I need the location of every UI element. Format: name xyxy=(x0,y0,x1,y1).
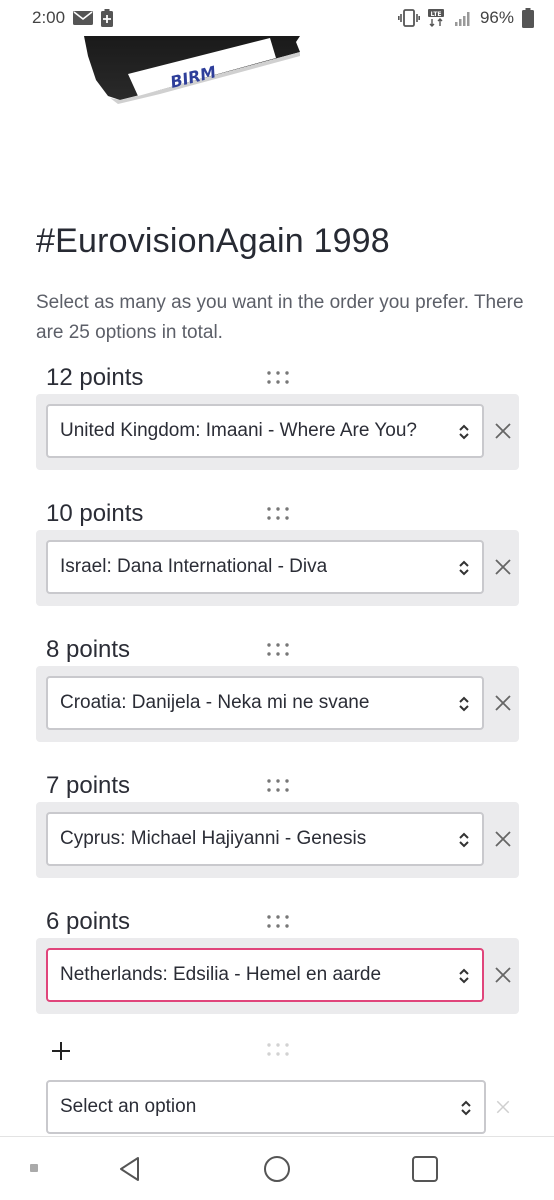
close-icon[interactable] xyxy=(492,964,514,986)
close-icon[interactable] xyxy=(492,692,514,714)
chevron-updown-icon xyxy=(459,424,469,440)
page-title: #EurovisionAgain 1998 xyxy=(36,222,390,260)
rank-card: Netherlands: Edsilia - Hemel en aarde xyxy=(36,938,519,1014)
chevron-updown-icon xyxy=(459,696,469,712)
close-icon[interactable] xyxy=(492,828,514,850)
rank-select-value: Netherlands: Edsilia - Hemel en aarde xyxy=(60,964,382,985)
rank-label: 8 points xyxy=(46,636,131,663)
rank-select[interactable]: Israel: Dana International - Diva xyxy=(46,540,484,594)
drag-handle-icon[interactable] xyxy=(266,506,290,522)
drag-handle-icon[interactable] xyxy=(266,778,290,794)
rank-select[interactable]: Cyprus: Michael Hajiyanni - Genesis xyxy=(46,812,484,866)
rank-select-value: Cyprus: Michael Hajiyanni - Genesis xyxy=(60,828,367,849)
status-time: 2:00 xyxy=(32,8,66,27)
chevron-updown-icon xyxy=(461,1100,471,1116)
rank-select[interactable]: Netherlands: Edsilia - Hemel en aarde xyxy=(46,948,484,1002)
close-icon xyxy=(496,1100,510,1114)
drag-handle-icon[interactable] xyxy=(266,914,290,930)
rank-select-value: Croatia: Danijela - Neka mi ne svane xyxy=(60,692,370,713)
plus-icon[interactable] xyxy=(46,1036,76,1066)
chevron-updown-icon xyxy=(459,832,469,848)
rank-select-value: United Kingdom: Imaani - Where Are You? xyxy=(60,420,417,441)
home-icon[interactable] xyxy=(263,1155,291,1183)
rank-select[interactable]: United Kingdom: Imaani - Where Are You? xyxy=(46,404,484,458)
status-bar: 2:00 LTE 96% xyxy=(0,0,554,36)
rank-card: Croatia: Danijela - Neka mi ne svane xyxy=(36,666,519,742)
rank-label: 12 points xyxy=(46,364,144,391)
lte-icon: LTE xyxy=(427,9,446,27)
new-option-placeholder: Select an option xyxy=(60,1096,197,1117)
drag-handle-icon[interactable] xyxy=(266,370,290,386)
rank-label: 6 points xyxy=(46,908,131,935)
rank-card: Cyprus: Michael Hajiyanni - Genesis xyxy=(36,802,519,878)
close-icon[interactable] xyxy=(492,556,514,578)
back-icon[interactable] xyxy=(116,1155,144,1183)
chevron-updown-icon xyxy=(459,560,469,576)
battery-saver-icon xyxy=(101,9,114,27)
rank-select-value: Israel: Dana International - Diva xyxy=(60,556,328,577)
new-option-select[interactable]: Select an option xyxy=(46,1080,486,1134)
rank-label: 10 points xyxy=(46,500,144,527)
close-icon[interactable] xyxy=(492,420,514,442)
cassette-image: BIRM xyxy=(0,36,554,126)
system-nav-bar xyxy=(0,1136,554,1200)
page-description: Select as many as you want in the order … xyxy=(36,292,524,343)
drag-handle-icon[interactable] xyxy=(266,642,290,658)
battery-icon xyxy=(522,8,534,28)
signal-icon xyxy=(454,9,472,27)
rank-label: 7 points xyxy=(46,772,131,799)
chevron-updown-icon xyxy=(459,968,469,984)
menu-dot-icon xyxy=(30,1164,38,1172)
rank-card: Israel: Dana International - Diva xyxy=(36,530,519,606)
vibrate-icon xyxy=(397,9,420,27)
svg-text:LTE: LTE xyxy=(430,11,441,18)
mail-icon xyxy=(73,11,94,25)
recents-icon[interactable] xyxy=(411,1155,439,1183)
rank-select[interactable]: Croatia: Danijela - Neka mi ne svane xyxy=(46,676,484,730)
battery-percent: 96% xyxy=(479,8,514,27)
rank-card: United Kingdom: Imaani - Where Are You? xyxy=(36,394,519,470)
drag-handle-icon xyxy=(267,1043,289,1056)
